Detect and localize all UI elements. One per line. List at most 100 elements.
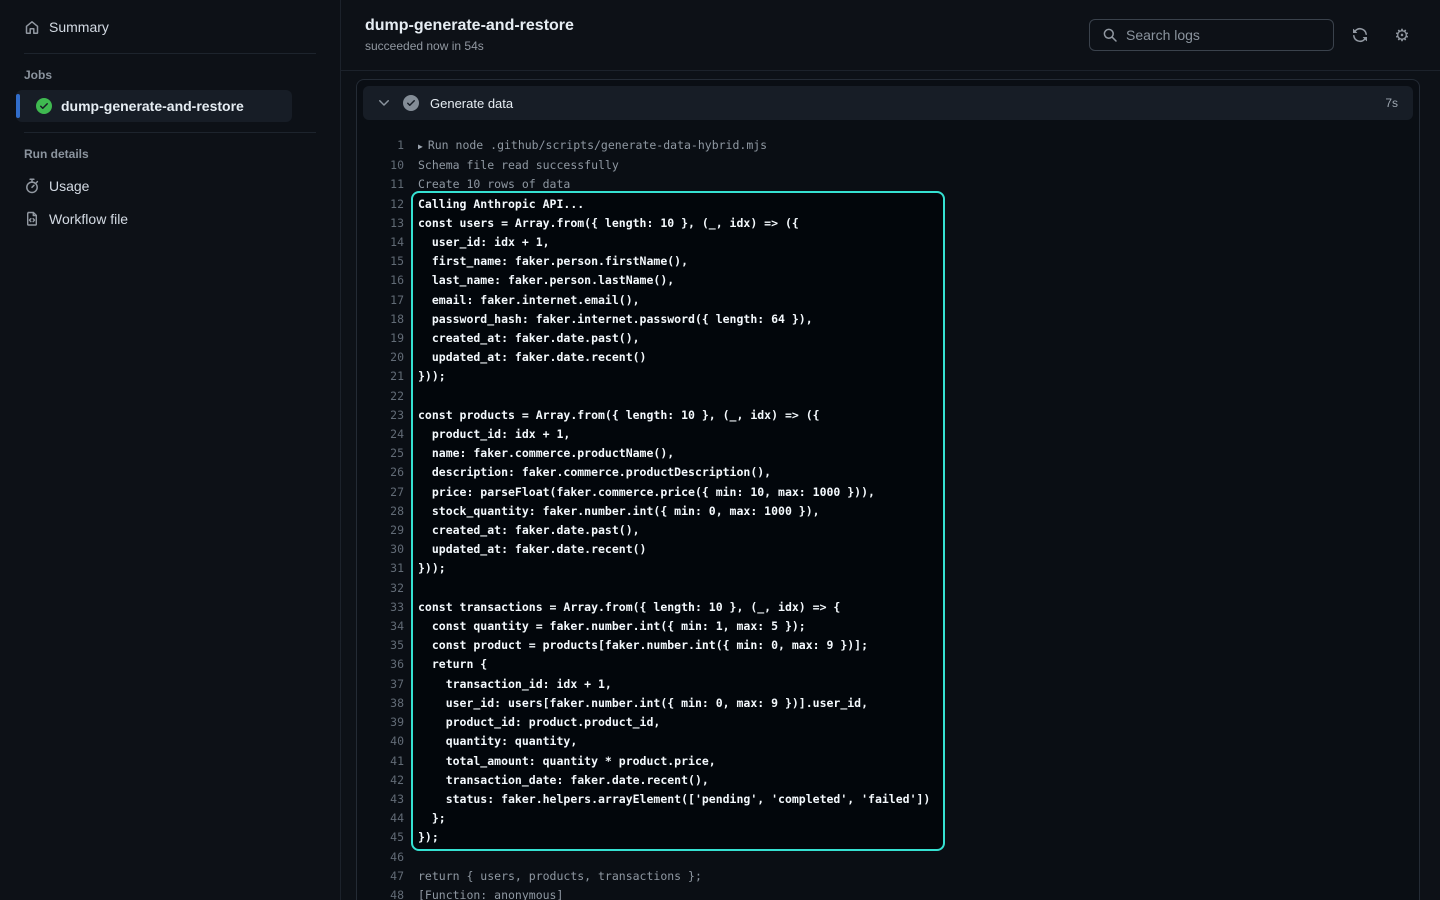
line-number[interactable]: 38 [357,694,404,713]
log-text-content: Schema file read successfully [418,158,619,172]
line-number[interactable]: 16 [357,271,404,290]
line-number[interactable]: 17 [357,291,404,310]
line-number[interactable]: 26 [357,463,404,482]
line-number[interactable]: 30 [357,540,404,559]
log-text: price: parseFloat(faker.commerce.price({… [404,483,875,502]
log-text: transaction_id: idx + 1, [404,675,612,694]
log-text: password_hash: faker.internet.password({… [404,310,813,329]
line-number[interactable]: 22 [357,387,404,406]
log-text: total_amount: quantity * product.price, [404,752,716,771]
line-number[interactable]: 39 [357,713,404,732]
log-text: description: faker.commerce.productDescr… [404,463,771,482]
log-text: })); [404,559,446,578]
step-name: Generate data [430,96,513,111]
log-text: const products = Array.from({ length: 10… [404,406,820,425]
log-output: 1▶Run node .github/scripts/generate-data… [357,126,1419,900]
line-number[interactable]: 47 [357,867,404,886]
line-number[interactable]: 41 [357,752,404,771]
log-text: return { [404,655,487,674]
job-success-icon [36,98,52,114]
log-text-content: [Function: anonymous] [418,888,563,900]
log-line: 30 updated_at: faker.date.recent() [357,540,1419,559]
line-number[interactable]: 20 [357,348,404,367]
line-number[interactable]: 46 [357,848,404,867]
step-duration: 7s [1385,96,1398,110]
line-number[interactable]: 35 [357,636,404,655]
log-text: name: faker.commerce.productName(), [404,444,674,463]
log-text-content: const quantity = faker.number.int({ min:… [418,619,806,633]
title-block: dump-generate-and-restore succeeded now … [365,17,574,53]
log-text: first_name: faker.person.firstName(), [404,252,688,271]
log-text-content: name: faker.commerce.productName(), [418,446,674,460]
line-number[interactable]: 32 [357,579,404,598]
sidebar-item-workflow-file[interactable]: Workflow file [16,203,324,235]
run-status-text: succeeded now in 54s [365,39,574,53]
line-number[interactable]: 1 [357,136,404,156]
line-number[interactable]: 42 [357,771,404,790]
line-number[interactable]: 18 [357,310,404,329]
line-number[interactable]: 11 [357,175,404,194]
line-number[interactable]: 43 [357,790,404,809]
log-text: const product = products[faker.number.in… [404,636,868,655]
search-logs-box[interactable] [1089,19,1334,51]
log-text: Schema file read successfully [404,156,619,175]
line-number[interactable]: 15 [357,252,404,271]
line-number[interactable]: 33 [357,598,404,617]
log-text: user_id: users[faker.number.int({ min: 0… [404,694,868,713]
line-number[interactable]: 14 [357,233,404,252]
log-line: 12Calling Anthropic API... [357,195,1419,214]
log-line: 19 created_at: faker.date.past(), [357,329,1419,348]
log-line: 36 return { [357,655,1419,674]
line-number[interactable]: 48 [357,886,404,900]
line-number[interactable]: 36 [357,655,404,674]
line-number[interactable]: 19 [357,329,404,348]
line-number[interactable]: 25 [357,444,404,463]
line-number[interactable]: 28 [357,502,404,521]
line-number[interactable]: 34 [357,617,404,636]
log-text-content: return { [418,657,487,671]
line-number[interactable]: 12 [357,195,404,214]
line-number[interactable]: 44 [357,809,404,828]
log-line: 17 email: faker.internet.email(), [357,291,1419,310]
log-line: 40 quantity: quantity, [357,732,1419,751]
log-text: product_id: idx + 1, [404,425,570,444]
line-number[interactable]: 40 [357,732,404,751]
log-text-content: user_id: idx + 1, [418,235,550,249]
log-text: ▶Run node .github/scripts/generate-data-… [404,136,767,156]
chevron-down-icon [376,95,392,111]
log-text-content: description: faker.commerce.productDescr… [418,465,771,479]
sidebar-item-summary[interactable]: Summary [16,11,324,43]
sidebar-job-item-dump-generate-and-restore[interactable]: dump-generate-and-restore [16,90,292,122]
log-text-content: last_name: faker.person.lastName(), [418,273,674,287]
line-number[interactable]: 10 [357,156,404,175]
log-settings-button[interactable]: ⚙ [1386,19,1418,51]
search-logs-input[interactable] [1126,27,1321,43]
expand-group-icon[interactable]: ▶ [418,142,423,151]
line-number[interactable]: 13 [357,214,404,233]
log-line: 24 product_id: idx + 1, [357,425,1419,444]
log-text: const users = Array.from({ length: 10 },… [404,214,799,233]
log-line: 18 password_hash: faker.internet.passwor… [357,310,1419,329]
line-number[interactable]: 23 [357,406,404,425]
line-number[interactable]: 37 [357,675,404,694]
log-text-content: price: parseFloat(faker.commerce.price({… [418,485,875,499]
line-number[interactable]: 45 [357,828,404,847]
log-text: })); [404,367,446,386]
line-number[interactable]: 27 [357,483,404,502]
sidebar-item-usage[interactable]: Usage [16,170,324,202]
log-text-content: product_id: idx + 1, [418,427,570,441]
log-text: updated_at: faker.date.recent() [404,540,646,559]
header-actions: ⚙ [1089,19,1418,51]
log-text-content: })); [418,561,446,575]
log-text-content: first_name: faker.person.firstName(), [418,254,688,268]
log-text-content: })); [418,369,446,383]
step-header-generate-data[interactable]: Generate data 7s [363,86,1413,120]
line-number[interactable]: 31 [357,559,404,578]
log-line: 14 user_id: idx + 1, [357,233,1419,252]
line-number[interactable]: 21 [357,367,404,386]
refresh-logs-button[interactable] [1344,19,1376,51]
log-text-content: }; [418,811,446,825]
log-text: const transactions = Array.from({ length… [404,598,840,617]
line-number[interactable]: 24 [357,425,404,444]
line-number[interactable]: 29 [357,521,404,540]
